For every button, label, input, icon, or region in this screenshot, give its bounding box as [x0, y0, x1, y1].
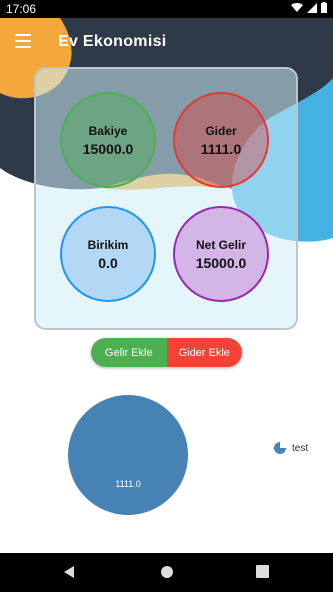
- expense-label: Gider: [205, 123, 237, 138]
- savings-card: Birikim 0.0: [60, 206, 156, 302]
- signal-icon: [307, 2, 317, 13]
- chart-legend: test: [274, 442, 308, 454]
- pie-slice-label: 1111.0: [115, 479, 141, 489]
- menu-icon[interactable]: [12, 30, 34, 52]
- expense-card: Gider 1111.0: [173, 92, 269, 188]
- app-title: Ev Ekonomisi: [58, 33, 167, 50]
- navigation-bar: [0, 553, 333, 592]
- home-icon[interactable]: [160, 565, 174, 579]
- recents-icon[interactable]: [256, 565, 269, 578]
- net-income-label: Net Gelir: [195, 237, 246, 252]
- savings-label: Birikim: [87, 237, 129, 252]
- balance-label: Bakiye: [88, 123, 128, 138]
- pie-slice-test: 1111.0: [68, 395, 188, 515]
- add-income-button[interactable]: Gelir Ekle: [91, 338, 167, 367]
- app-bar: Ev Ekonomisi: [0, 18, 333, 68]
- status-bar: 17:06: [0, 0, 333, 18]
- savings-value: 0.0: [98, 254, 118, 271]
- battery-icon: [321, 2, 327, 13]
- back-icon[interactable]: [62, 565, 76, 579]
- action-buttons: Gelir Ekle Gider Ekle: [91, 338, 242, 367]
- status-time: 17:06: [6, 2, 37, 16]
- balance-card: Bakiye 15000.0: [60, 92, 156, 188]
- net-income-value: 15000.0: [195, 254, 247, 271]
- pie-chart-icon: [274, 442, 286, 454]
- balance-value: 15000.0: [82, 140, 134, 157]
- legend-label: test: [292, 442, 309, 454]
- add-expense-button[interactable]: Gider Ekle: [166, 338, 242, 367]
- wifi-icon: [291, 2, 303, 12]
- expense-value: 1111.0: [200, 140, 242, 157]
- net-income-card: Net Gelir 15000.0: [173, 206, 269, 302]
- status-icons: [291, 2, 327, 13]
